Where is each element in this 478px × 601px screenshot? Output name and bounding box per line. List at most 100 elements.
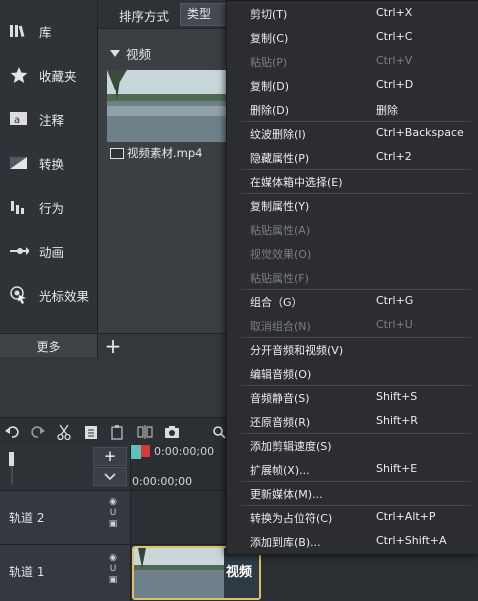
- add-media-button[interactable]: +: [102, 335, 124, 357]
- media-file-caption: 视频素材.mp4: [110, 145, 202, 161]
- camera-icon[interactable]: [163, 423, 181, 441]
- zoom-slider[interactable]: [6, 450, 18, 486]
- menu-item-label: 音频静音(S): [250, 392, 310, 405]
- menu-item-shortcut: Ctrl+U: [376, 318, 413, 331]
- context-menu-item[interactable]: 还原音频(R) Shift+R: [227, 409, 478, 433]
- split-icon[interactable]: [137, 423, 153, 441]
- context-menu-item[interactable]: 剪切(T) Ctrl+X: [227, 1, 478, 25]
- track-controls: ◉ Ս ▣: [106, 497, 120, 530]
- eye-icon[interactable]: ◉: [106, 553, 120, 564]
- sidebar-item-animations[interactable]: 动画: [0, 231, 97, 271]
- copy-icon[interactable]: [83, 423, 99, 441]
- menu-item-label: 添加到库(B)...: [250, 536, 321, 549]
- media-file-name: 视频素材.mp4: [127, 146, 203, 160]
- track-header-2[interactable]: 轨道 2 ◉ Ս ▣: [0, 490, 131, 544]
- lock-icon[interactable]: ▣: [106, 519, 120, 530]
- playhead-end-marker[interactable]: [141, 445, 150, 457]
- menu-item-label: 扩展帧(X)...: [250, 464, 310, 477]
- cursor-effect-icon: [9, 285, 29, 305]
- context-menu-item[interactable]: 添加到库(B)... Ctrl+Shift+A: [227, 529, 478, 553]
- menu-item-shortcut: Shift+S: [376, 390, 418, 403]
- redo-icon[interactable]: [30, 423, 46, 441]
- sidebar-item-favorites[interactable]: 收藏夹: [0, 55, 97, 95]
- paste-icon[interactable]: [109, 423, 125, 441]
- context-menu-item[interactable]: 编辑音频(O): [227, 361, 478, 385]
- sidebar-item-cursor-effects[interactable]: 光标效果: [0, 275, 97, 315]
- context-menu-item[interactable]: 添加剪辑速度(S): [227, 433, 478, 457]
- context-menu-item[interactable]: 在媒体箱中选择(E): [227, 169, 478, 193]
- menu-item-shortcut: Ctrl+V: [376, 54, 413, 67]
- sidebar: 库 收藏夹 a 注释 转换 行为 动画 光标效果: [0, 0, 98, 333]
- magnet-icon[interactable]: Ս: [106, 508, 120, 519]
- more-button[interactable]: 更多: [0, 333, 98, 358]
- cut-icon[interactable]: [56, 423, 72, 441]
- sidebar-item-label: 行为: [39, 200, 65, 216]
- context-menu-item[interactable]: 转换为占位符(C) Ctrl+Alt+P: [227, 505, 478, 529]
- track-name: 轨道 1: [9, 565, 45, 579]
- eye-icon[interactable]: ◉: [106, 497, 120, 508]
- sidebar-item-behaviors[interactable]: 行为: [0, 187, 97, 227]
- menu-item-label: 视觉效果(O): [250, 248, 312, 261]
- track-options-dropdown[interactable]: [93, 467, 127, 486]
- add-track-button[interactable]: +: [93, 447, 127, 466]
- sidebar-item-label: 转换: [39, 156, 65, 172]
- menu-item-shortcut: Ctrl+Shift+A: [376, 534, 447, 547]
- menu-item-label: 组合（G）: [250, 296, 303, 309]
- sidebar-item-label: 收藏夹: [39, 68, 77, 84]
- sidebar-item-label: 动画: [39, 244, 65, 260]
- more-label: 更多: [36, 339, 61, 354]
- clip-label: 视频: [226, 565, 253, 580]
- context-menu-item[interactable]: 更新媒体(M)...: [227, 481, 478, 505]
- context-menu-item: 粘贴属性(F): [227, 265, 478, 289]
- menu-item-shortcut: 删除: [376, 104, 398, 117]
- context-menu-item: 粘贴属性(A): [227, 217, 478, 241]
- menu-item-shortcut: Ctrl+Alt+P: [376, 510, 436, 523]
- context-menu-item[interactable]: 音频静音(S) Shift+S: [227, 385, 478, 409]
- context-menu-item[interactable]: 复制(C) Ctrl+C: [227, 25, 478, 49]
- timeline-header: +: [0, 445, 131, 490]
- context-menu-item[interactable]: 组合（G） Ctrl+G: [227, 289, 478, 313]
- menu-item-label: 粘贴属性(A): [250, 224, 311, 237]
- menu-item-label: 编辑音频(O): [250, 368, 312, 381]
- menu-item-shortcut: Ctrl+C: [376, 30, 413, 43]
- context-menu-item[interactable]: 分开音频和视频(V): [227, 337, 478, 361]
- sidebar-item-label: 光标效果: [39, 288, 90, 304]
- current-timecode: 0:00:00;00: [132, 475, 193, 488]
- menu-item-label: 在媒体箱中选择(E): [250, 176, 343, 189]
- context-menu-item[interactable]: 纹波删除(I) Ctrl+Backspace: [227, 121, 478, 145]
- sidebar-item-annotations[interactable]: a 注释: [0, 99, 97, 139]
- context-menu-item[interactable]: 复制属性(Y): [227, 193, 478, 217]
- menu-item-label: 复制(C): [250, 32, 289, 45]
- menu-item-shortcut: Ctrl+D: [376, 78, 414, 91]
- menu-item-label: 添加剪辑速度(S): [250, 440, 332, 453]
- context-menu-item[interactable]: 隐藏属性(P) Ctrl+2: [227, 145, 478, 169]
- menu-item-label: 隐藏属性(P): [250, 152, 310, 165]
- lock-icon[interactable]: ▣: [106, 575, 120, 586]
- undo-icon[interactable]: [4, 423, 20, 441]
- ruler-timecode: 0:00:00;00: [154, 445, 215, 458]
- chevron-down-icon: [104, 473, 116, 481]
- menu-item-label: 转换为占位符(C): [250, 512, 333, 525]
- sidebar-item-transitions[interactable]: 转换: [0, 143, 97, 183]
- transition-icon: [9, 153, 29, 173]
- lake-thumbnail-image: [107, 70, 227, 142]
- behavior-icon: [9, 197, 29, 217]
- svg-text:a: a: [14, 115, 20, 126]
- context-menu-item[interactable]: 删除(D) 删除: [227, 97, 478, 121]
- video-section-header[interactable]: 视频: [110, 44, 151, 63]
- media-thumbnail[interactable]: [107, 70, 227, 142]
- context-menu-item: 视觉效果(O): [227, 241, 478, 265]
- track-header-1[interactable]: 轨道 1 ◉ Ս ▣: [0, 544, 131, 601]
- menu-item-label: 还原音频(R): [250, 416, 311, 429]
- sidebar-item-library[interactable]: 库: [0, 11, 97, 51]
- context-menu-item[interactable]: 扩展帧(X)... Shift+E: [227, 457, 478, 481]
- menu-item-shortcut: Shift+E: [376, 462, 418, 475]
- menu-item-shortcut: Ctrl+Backspace: [376, 126, 464, 139]
- menu-item-label: 复制(D): [250, 80, 290, 93]
- context-menu-item[interactable]: 复制(D) Ctrl+D: [227, 73, 478, 97]
- playhead-start-marker[interactable]: [131, 445, 141, 459]
- menu-item-shortcut: Ctrl+G: [376, 294, 414, 307]
- sidebar-item-label: 库: [39, 24, 52, 40]
- zoom-search-icon[interactable]: [212, 423, 226, 441]
- magnet-icon[interactable]: Ս: [106, 564, 120, 575]
